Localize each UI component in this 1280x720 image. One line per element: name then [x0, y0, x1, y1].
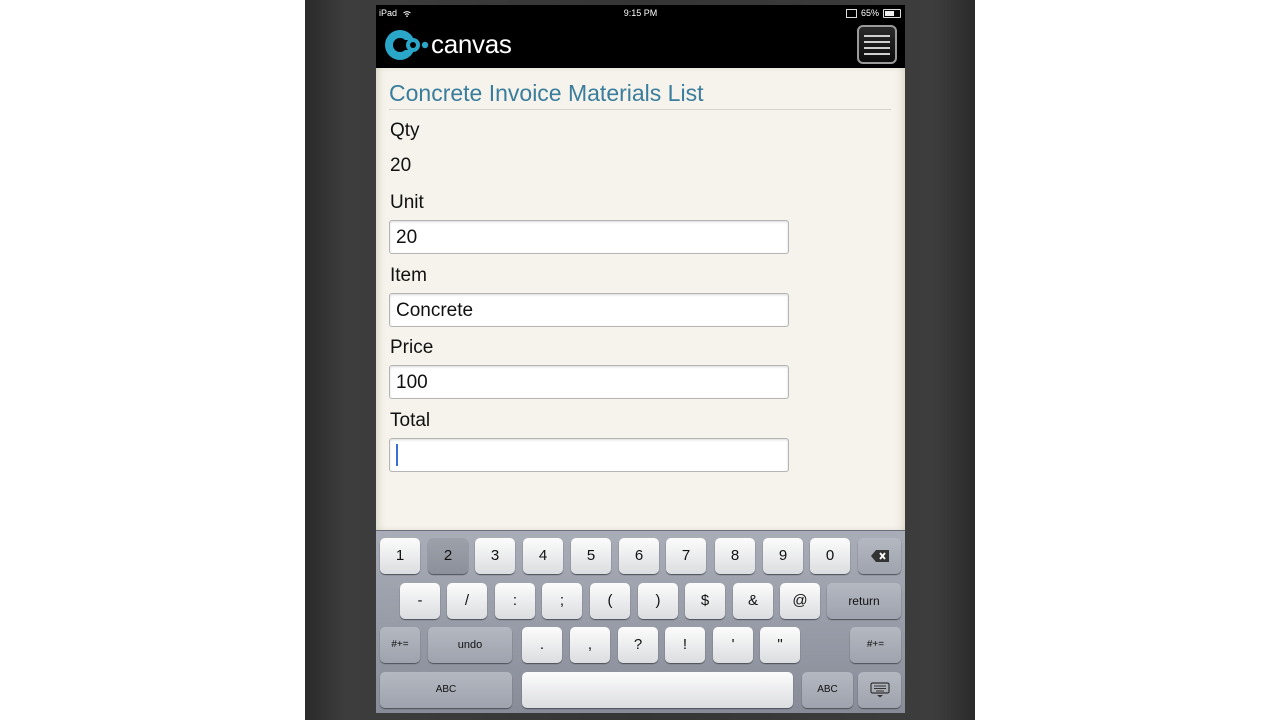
space-key[interactable]: [522, 672, 793, 708]
key-colon[interactable]: :: [495, 583, 535, 619]
qty-value: 20: [390, 155, 412, 176]
key-question[interactable]: ?: [618, 627, 658, 663]
key-8[interactable]: 8: [715, 538, 755, 574]
return-key[interactable]: return: [827, 583, 901, 619]
symbols-toggle-key-right[interactable]: #+=: [850, 627, 901, 663]
undo-key[interactable]: undo: [428, 627, 512, 663]
key-apostrophe[interactable]: ': [713, 627, 753, 663]
form-content: Concrete Invoice Materials List Qty 20 U…: [376, 68, 905, 530]
item-field[interactable]: Concrete: [389, 293, 789, 327]
key-ampersand[interactable]: &: [733, 583, 773, 619]
key-4[interactable]: 4: [523, 538, 563, 574]
total-label: Total: [390, 410, 431, 431]
key-exclamation[interactable]: !: [665, 627, 705, 663]
key-1[interactable]: 1: [380, 538, 420, 574]
hamburger-menu-icon[interactable]: [857, 25, 897, 64]
backspace-icon: [870, 550, 889, 563]
key-3[interactable]: 3: [475, 538, 515, 574]
onscreen-keyboard: 1 2 3 4 5 6 7 8 9 0 - / : ; ( ) $ & @ re…: [376, 530, 905, 713]
price-field[interactable]: 100: [389, 365, 789, 399]
item-label: Item: [390, 265, 427, 286]
key-hyphen[interactable]: -: [400, 583, 440, 619]
battery-level-fill: [885, 10, 895, 16]
title-divider: [389, 109, 891, 110]
abc-key-left[interactable]: ABC: [380, 672, 512, 708]
canvas-logo-text: canvas: [431, 29, 512, 59]
key-open-paren[interactable]: (: [590, 583, 630, 619]
key-semicolon[interactable]: ;: [542, 583, 582, 619]
symbols-toggle-key-left[interactable]: #+=: [380, 627, 420, 663]
key-dollar[interactable]: $: [685, 583, 725, 619]
abc-key-right[interactable]: ABC: [802, 672, 853, 708]
key-at[interactable]: @: [780, 583, 820, 619]
status-bar: iPad 9:15 PM 65%: [376, 5, 905, 21]
hide-keyboard-key[interactable]: [858, 672, 901, 708]
app-bar: canvas: [376, 21, 905, 68]
qty-label: Qty: [390, 120, 420, 141]
battery-percent: 65%: [860, 8, 879, 18]
total-field[interactable]: [389, 438, 789, 472]
status-right: 65%: [845, 5, 901, 21]
menu-line: [864, 46, 890, 49]
unit-field[interactable]: 20: [389, 220, 789, 254]
key-quote[interactable]: ": [760, 627, 800, 663]
menu-line: [864, 40, 890, 43]
key-slash[interactable]: /: [447, 583, 487, 619]
status-time: 9:15 PM: [623, 8, 658, 18]
backspace-key[interactable]: [858, 538, 901, 574]
battery-icon: [883, 8, 901, 18]
text-caret: [396, 444, 398, 466]
ipad-screen: iPad 9:15 PM 65% canvas Concrete Invoice…: [376, 5, 905, 713]
key-6[interactable]: 6: [619, 538, 659, 574]
key-close-paren[interactable]: ): [638, 583, 678, 619]
canvas-logo-icon: [385, 30, 429, 60]
key-0[interactable]: 0: [810, 538, 850, 574]
price-label: Price: [390, 337, 434, 358]
key-period[interactable]: .: [522, 627, 562, 663]
menu-line: [864, 34, 890, 37]
key-comma[interactable]: ,: [570, 627, 610, 663]
unit-label: Unit: [390, 192, 424, 213]
key-9[interactable]: 9: [763, 538, 803, 574]
screen-mirror-icon: [845, 8, 857, 18]
keyboard-hide-icon: [869, 682, 890, 698]
menu-line: [864, 52, 890, 55]
page-title: Concrete Invoice Materials List: [389, 80, 704, 106]
key-5[interactable]: 5: [571, 538, 611, 574]
key-2[interactable]: 2: [428, 538, 468, 574]
key-7[interactable]: 7: [666, 538, 706, 574]
